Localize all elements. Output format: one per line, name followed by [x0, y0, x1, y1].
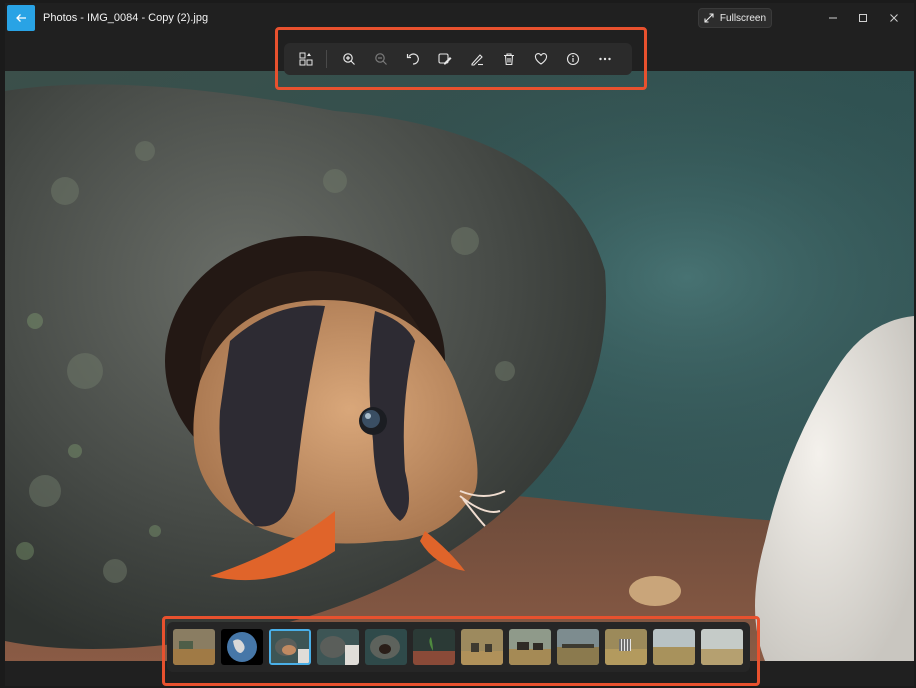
zoom-in-button[interactable] — [333, 45, 365, 73]
thumbnail-zebra[interactable] — [605, 629, 647, 665]
thumbnail-savanna-animals[interactable] — [461, 629, 503, 665]
edit-image-button[interactable] — [429, 45, 461, 73]
fullscreen-button[interactable]: Fullscreen — [698, 8, 772, 28]
edit-image-icon — [438, 53, 452, 65]
main-photo[interactable] — [5, 71, 914, 661]
favorite-heart-icon — [534, 53, 548, 65]
thumbnail-aquarium-rock[interactable] — [317, 629, 359, 665]
toolbar-separator — [326, 50, 327, 68]
fullscreen-label: Fullscreen — [719, 12, 767, 24]
aquarium-fish-image — [5, 71, 914, 661]
back-button[interactable] — [7, 5, 35, 31]
draw-icon — [471, 54, 483, 66]
thumbnail-savanna[interactable] — [173, 629, 215, 665]
filmstrip — [167, 622, 750, 672]
more-options-button[interactable] — [589, 45, 621, 73]
thumbnail-savanna-herd[interactable] — [557, 629, 599, 665]
zoom-in-icon — [343, 53, 355, 65]
photos-app-window: Photos - IMG_0084 - Copy (2).jpg Fullscr… — [5, 3, 914, 686]
delete-button[interactable] — [493, 45, 525, 73]
thumbnail-earth[interactable] — [221, 629, 263, 665]
thumbnail-grassland[interactable] — [653, 629, 695, 665]
maximize-icon — [859, 14, 867, 22]
window-title: Photos - IMG_0084 - Copy (2).jpg — [43, 12, 209, 24]
thumbnail-aquarium-plant[interactable] — [413, 629, 455, 665]
zoom-out-button[interactable] — [365, 45, 397, 73]
expand-icon — [704, 13, 714, 23]
rotate-icon — [406, 53, 419, 65]
close-icon — [890, 14, 898, 22]
rotate-button[interactable] — [397, 45, 429, 73]
draw-button[interactable] — [461, 45, 493, 73]
image-toolbar — [284, 43, 632, 75]
thumbnail-grassland-2[interactable] — [701, 629, 743, 665]
minimize-icon — [829, 17, 837, 19]
more-options-icon — [599, 57, 611, 61]
favorite-button[interactable] — [525, 45, 557, 73]
view-all-icon — [299, 52, 313, 66]
delete-icon — [504, 53, 514, 66]
title-bar: Photos - IMG_0084 - Copy (2).jpg — [5, 3, 914, 33]
info-icon — [566, 52, 580, 66]
maximize-button[interactable] — [848, 7, 878, 29]
zoom-out-icon — [375, 53, 387, 65]
thumbnail-wildebeest[interactable] — [509, 629, 551, 665]
info-button[interactable] — [557, 45, 589, 73]
close-button[interactable] — [879, 7, 909, 29]
view-all-button[interactable] — [290, 45, 322, 73]
minimize-button[interactable] — [818, 7, 848, 29]
thumbnail-aquarium-fish-selected[interactable] — [269, 629, 311, 665]
back-arrow-icon — [16, 14, 26, 22]
thumbnail-aquarium-rock-2[interactable] — [365, 629, 407, 665]
